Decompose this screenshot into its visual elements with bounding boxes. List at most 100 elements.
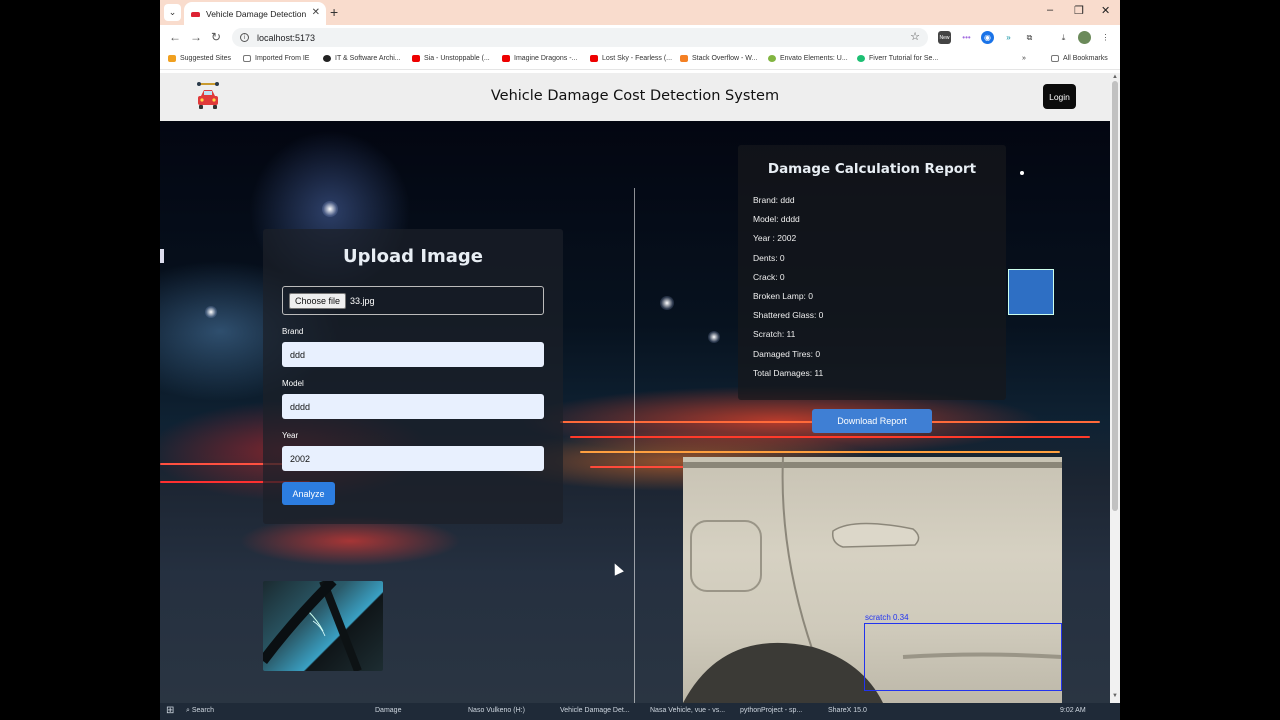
page-title: Vehicle Damage Cost Detection System bbox=[490, 88, 780, 104]
pole bbox=[160, 249, 164, 263]
bookmark-item[interactable]: Imagine Dragons -... bbox=[502, 55, 577, 62]
app-header: Vehicle Damage Cost Detection System Log… bbox=[160, 73, 1110, 121]
url-text: localhost:5173 bbox=[257, 32, 316, 43]
taskbar-app[interactable]: ShareX 15.0 bbox=[828, 707, 867, 714]
youtube-icon bbox=[590, 55, 598, 62]
report-broken-lamp: Broken Lamp: 0 bbox=[753, 291, 814, 301]
light-streak bbox=[580, 451, 1060, 453]
report-title: Damage Calculation Report bbox=[767, 161, 977, 177]
download-icon[interactable]: ⤓ bbox=[1057, 31, 1070, 44]
model-label: Model bbox=[282, 379, 304, 388]
minimize-icon[interactable]: – bbox=[1047, 4, 1053, 16]
taskbar-search[interactable]: ⌕ Search bbox=[186, 707, 214, 715]
windows-start-icon[interactable]: ⊞ bbox=[166, 705, 174, 716]
tab-search-chevron-icon[interactable]: ⌄ bbox=[164, 4, 181, 21]
bookmark-item[interactable]: Envato Elements: U... bbox=[768, 55, 848, 62]
forward-arrow-icon[interactable]: → bbox=[190, 30, 202, 44]
extension-blue-icon[interactable]: ◉ bbox=[981, 31, 994, 44]
bookmark-item[interactable]: Imported From IE bbox=[243, 55, 309, 62]
bookmark-item[interactable]: Stack Overflow - W... bbox=[680, 55, 757, 62]
detection-bounding-box bbox=[864, 623, 1062, 691]
youtube-icon bbox=[412, 55, 420, 62]
brand-field[interactable]: ddd bbox=[282, 342, 544, 367]
damage-report-card: Damage Calculation Report Brand: ddd Mod… bbox=[738, 145, 1006, 400]
choose-file-button[interactable]: Choose file bbox=[289, 292, 347, 309]
extension-dots-icon[interactable]: ••• bbox=[960, 31, 973, 44]
taskbar-app[interactable]: pythonProject - sp... bbox=[740, 707, 802, 714]
all-bookmarks[interactable]: All Bookmarks bbox=[1051, 55, 1108, 62]
login-button[interactable]: Login bbox=[1043, 84, 1076, 109]
road-sign bbox=[1008, 269, 1054, 315]
new-tab-plus-icon[interactable]: + bbox=[330, 4, 338, 20]
folder-icon bbox=[243, 55, 251, 62]
report-model: Model: dddd bbox=[753, 214, 800, 224]
report-total-damages: Total Damages: 11 bbox=[753, 368, 824, 378]
envato-icon bbox=[768, 55, 776, 62]
extension-new-icon[interactable]: New bbox=[938, 31, 951, 44]
selected-file-name: 33.jpg bbox=[350, 295, 375, 306]
taskbar-app[interactable]: Nasa Vehicle, vue - vs... bbox=[650, 707, 725, 714]
brand-label: Brand bbox=[282, 327, 304, 336]
restore-icon[interactable]: ❐ bbox=[1074, 4, 1084, 17]
extensions-puzzle-icon[interactable]: ⧉ bbox=[1023, 31, 1036, 44]
profile-avatar[interactable] bbox=[1078, 31, 1091, 44]
back-arrow-icon[interactable]: ← bbox=[169, 30, 181, 44]
tab-vehicle-damage[interactable]: Vehicle Damage Detection ✕ bbox=[184, 2, 326, 25]
bookmark-favicon-icon bbox=[323, 55, 331, 62]
extension-new-badge: New bbox=[939, 34, 950, 41]
bookmarks-bar: Suggested Sites Imported From IE IT & So… bbox=[160, 50, 1120, 70]
car-favicon-icon bbox=[190, 9, 201, 18]
bookmark-item[interactable]: Fiverr Tutorial for Se... bbox=[857, 55, 938, 62]
window-close-icon[interactable]: ✕ bbox=[1101, 4, 1110, 17]
screen: ⌄ Vehicle Damage Detection ✕ + – ❐ ✕ ← →… bbox=[0, 0, 1280, 720]
mouse-cursor-icon bbox=[610, 561, 624, 576]
report-brand: Brand: ddd bbox=[753, 195, 795, 205]
street-light bbox=[660, 296, 674, 310]
center-divider bbox=[634, 188, 635, 703]
report-dents: Dents: 0 bbox=[753, 253, 785, 263]
detection-result-image: scratch 0.34 bbox=[683, 457, 1062, 703]
year-field[interactable]: 2002 bbox=[282, 446, 544, 471]
bookmark-item[interactable]: Lost Sky - Fearless (... bbox=[590, 55, 672, 62]
taskbar-app[interactable]: Vehicle Damage Det... bbox=[560, 707, 630, 714]
tab-title: Vehicle Damage Detection bbox=[206, 8, 307, 19]
report-shattered-glass: Shattered Glass: 0 bbox=[753, 310, 824, 320]
os-taskbar: ⊞ ⌕ Search Damage Naso Vulkeno (H:) Vehi… bbox=[160, 703, 1120, 720]
light-streak bbox=[570, 436, 1090, 438]
bookmark-star-icon[interactable]: ☆ bbox=[910, 30, 920, 43]
more-bookmarks-chevron-icon[interactable]: » bbox=[1022, 55, 1026, 62]
report-damaged-tires: Damaged Tires: 0 bbox=[753, 349, 821, 359]
tab-close-icon[interactable]: ✕ bbox=[312, 7, 320, 18]
file-input[interactable]: Choose file 33.jpg bbox=[282, 286, 544, 315]
model-field[interactable]: dddd bbox=[282, 394, 544, 419]
stackoverflow-icon bbox=[680, 55, 688, 62]
bookmark-item[interactable]: IT & Software Archi... bbox=[323, 55, 401, 62]
address-bar[interactable]: i localhost:5173 ☆ bbox=[232, 28, 928, 47]
reload-icon[interactable]: ↻ bbox=[211, 30, 221, 44]
report-year: Year : 2002 bbox=[753, 233, 797, 243]
hero-background: Upload Image Choose file 33.jpg Brand dd… bbox=[160, 121, 1110, 703]
page-scrollbar[interactable]: ▲ ▼ bbox=[1110, 73, 1120, 703]
analyze-button[interactable]: Analyze bbox=[282, 482, 335, 505]
youtube-icon bbox=[502, 55, 510, 62]
uploaded-image-preview bbox=[263, 581, 383, 671]
street-light bbox=[205, 306, 217, 318]
taskbar-app[interactable]: Damage bbox=[375, 707, 401, 714]
bookmark-item[interactable]: Sia - Unstoppable (... bbox=[412, 55, 490, 62]
taskbar-app[interactable]: Naso Vulkeno (H:) bbox=[468, 707, 525, 714]
browser-toolbar: ← → ↻ i localhost:5173 ☆ New ••• ◉ » ⧉ ⤓… bbox=[160, 25, 1120, 50]
site-info-icon[interactable]: i bbox=[240, 33, 249, 42]
car-door-illustration bbox=[263, 581, 362, 671]
bookmark-favicon-icon bbox=[168, 55, 176, 62]
bookmark-item[interactable]: Suggested Sites bbox=[168, 55, 231, 62]
browser-menu-icon[interactable]: ⋮ bbox=[1099, 31, 1112, 44]
scroll-down-icon[interactable]: ▼ bbox=[1112, 693, 1118, 699]
download-report-button[interactable]: Download Report bbox=[812, 409, 932, 433]
fiverr-icon bbox=[857, 55, 865, 62]
scrollbar-thumb[interactable] bbox=[1112, 81, 1118, 511]
upload-form-card: Upload Image Choose file 33.jpg Brand dd… bbox=[263, 229, 563, 524]
scroll-up-icon[interactable]: ▲ bbox=[1112, 74, 1118, 80]
upload-title: Upload Image bbox=[342, 246, 484, 267]
extension-arrows-icon[interactable]: » bbox=[1002, 31, 1015, 44]
taskbar-clock[interactable]: 9:02 AM bbox=[1060, 707, 1086, 714]
